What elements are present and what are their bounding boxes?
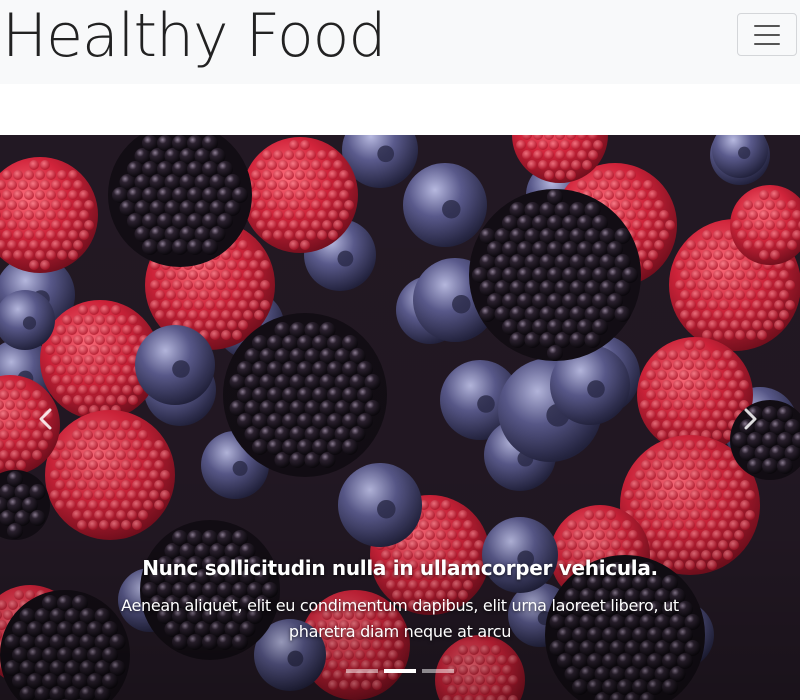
carousel-prev-button[interactable] (34, 405, 58, 433)
hamburger-icon-bar (754, 42, 780, 45)
carousel-caption: Nunc sollicitudin nulla in ullamcorper v… (110, 555, 690, 645)
navbar-toggler-button[interactable] (737, 13, 797, 56)
caption-title: Nunc sollicitudin nulla in ullamcorper v… (142, 556, 658, 580)
caption-text: Aenean aliquet, elit eu condimentum dapi… (121, 596, 679, 641)
carousel-indicator[interactable] (384, 669, 416, 673)
carousel-indicators (0, 669, 800, 675)
navbar: Healthy Food (0, 0, 800, 84)
hero-carousel: Nunc sollicitudin nulla in ullamcorper v… (0, 135, 800, 700)
carousel-next-button[interactable] (738, 405, 762, 433)
carousel-indicator[interactable] (422, 669, 454, 673)
hamburger-icon-bar (754, 33, 780, 36)
chevron-right-icon (744, 408, 757, 430)
carousel-indicator[interactable] (346, 669, 378, 673)
hamburger-icon-bar (754, 24, 780, 27)
chevron-left-icon (39, 408, 52, 430)
brand-logo-text[interactable]: Healthy Food (2, 0, 386, 74)
